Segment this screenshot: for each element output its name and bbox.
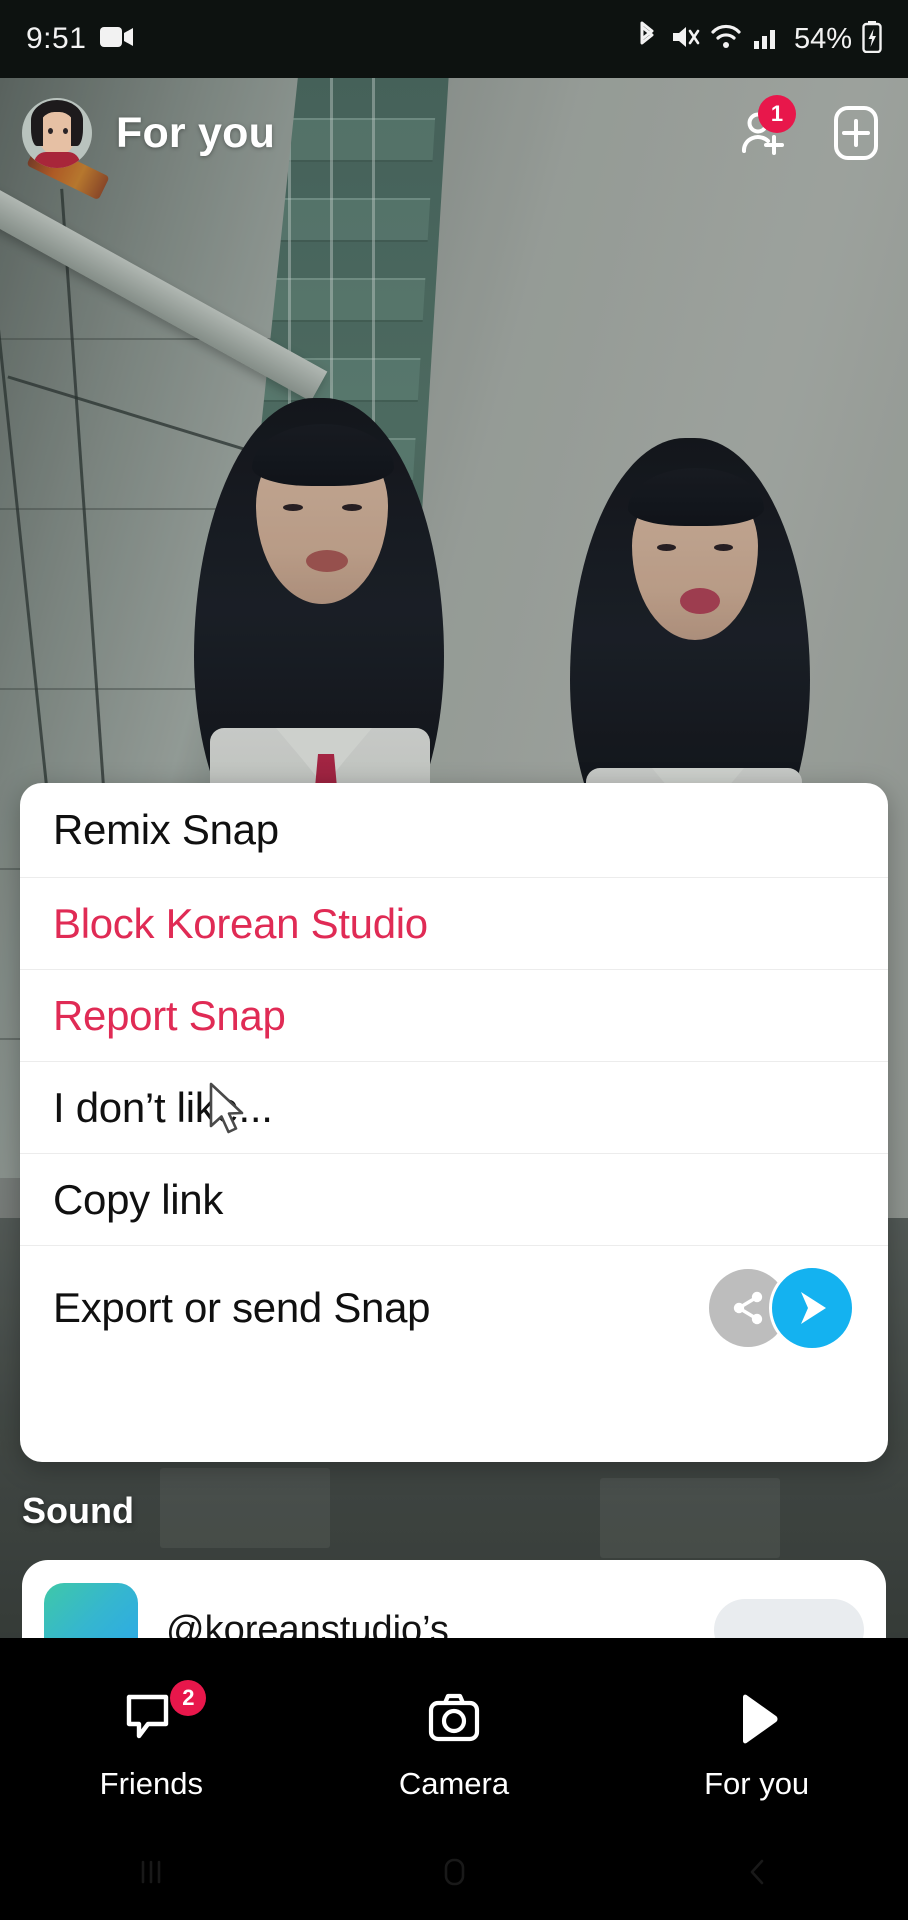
- action-row-block-user[interactable]: Block Korean Studio: [20, 878, 888, 970]
- home-icon[interactable]: [432, 1850, 476, 1899]
- nav-label-camera: Camera: [398, 1766, 510, 1801]
- video-record-icon: [100, 25, 134, 54]
- page-title: For you: [116, 108, 276, 157]
- bottom-navigation-bar: 2 Friends Camera For you: [0, 1638, 908, 1920]
- nav-item-friends[interactable]: 2 Friends: [51, 1680, 251, 1802]
- action-row-label: Export or send Snap: [53, 1284, 431, 1331]
- action-row-export-or-send[interactable]: Export or send Snap: [20, 1246, 888, 1370]
- battery-charging-icon: [862, 20, 882, 58]
- status-bar-left: 9:51: [26, 22, 134, 56]
- action-row-label: Block Korean Studio: [53, 899, 428, 947]
- mute-icon: [670, 22, 700, 57]
- nav-label-for-you: For you: [704, 1766, 810, 1801]
- action-row-copy-link[interactable]: Copy link: [20, 1154, 888, 1246]
- send-button[interactable]: [769, 1265, 855, 1351]
- nav-item-camera[interactable]: Camera: [354, 1688, 554, 1802]
- battery-percent: 54%: [793, 22, 852, 55]
- nav-icon-wrap: [729, 1688, 785, 1750]
- status-bar-right: 54%: [634, 20, 882, 58]
- action-row-label: Copy link: [53, 1175, 224, 1223]
- action-row-label: Remix Snap: [53, 806, 279, 853]
- system-navigation-bar: [0, 1828, 908, 1920]
- friends-badge: 2: [170, 1680, 207, 1716]
- send-arrow-icon: [801, 1292, 826, 1324]
- add-snap-icon: [834, 106, 878, 160]
- bluetooth-icon: [634, 21, 660, 58]
- nav-icon-wrap: 2: [122, 1680, 207, 1750]
- create-snap-button[interactable]: [826, 103, 886, 163]
- sound-section-title: Sound: [22, 1490, 134, 1531]
- back-icon[interactable]: [735, 1850, 779, 1899]
- add-friend-badge: 1: [758, 95, 796, 133]
- cellular-signal-icon: [752, 23, 780, 56]
- avatar[interactable]: [22, 98, 92, 168]
- recents-icon[interactable]: [129, 1852, 173, 1897]
- wifi-icon: [710, 23, 742, 56]
- status-time: 9:51: [26, 22, 87, 55]
- add-friend-button[interactable]: 1: [732, 95, 796, 163]
- action-row-label: Report Snap: [53, 991, 286, 1039]
- phone-screen: Sound @koreanstudio’s 9:51 54% For you 1…: [0, 0, 908, 1920]
- nav-label-friends: Friends: [99, 1766, 204, 1801]
- app-header: For you 1: [0, 78, 908, 188]
- action-row-remix-snap[interactable]: Remix Snap: [20, 783, 888, 878]
- action-row-trailing: [709, 1265, 855, 1351]
- action-row-label: I don’t like...: [53, 1083, 273, 1131]
- status-bar: 9:51 54%: [0, 0, 908, 78]
- play-triangle-icon: [742, 1694, 778, 1744]
- action-row-report-snap[interactable]: Report Snap: [20, 970, 888, 1062]
- bottom-nav-items: 2 Friends Camera For you: [0, 1638, 908, 1828]
- nav-item-for-you[interactable]: For you: [657, 1688, 857, 1802]
- snap-action-sheet: Remix Snap Block Korean Studio Report Sn…: [20, 783, 888, 1462]
- action-row-i-dont-like[interactable]: I don’t like...: [20, 1062, 888, 1154]
- camera-icon: [428, 1693, 480, 1742]
- share-nodes-icon: [733, 1291, 763, 1325]
- header-actions: 1: [732, 95, 886, 163]
- nav-icon-wrap: [425, 1688, 483, 1750]
